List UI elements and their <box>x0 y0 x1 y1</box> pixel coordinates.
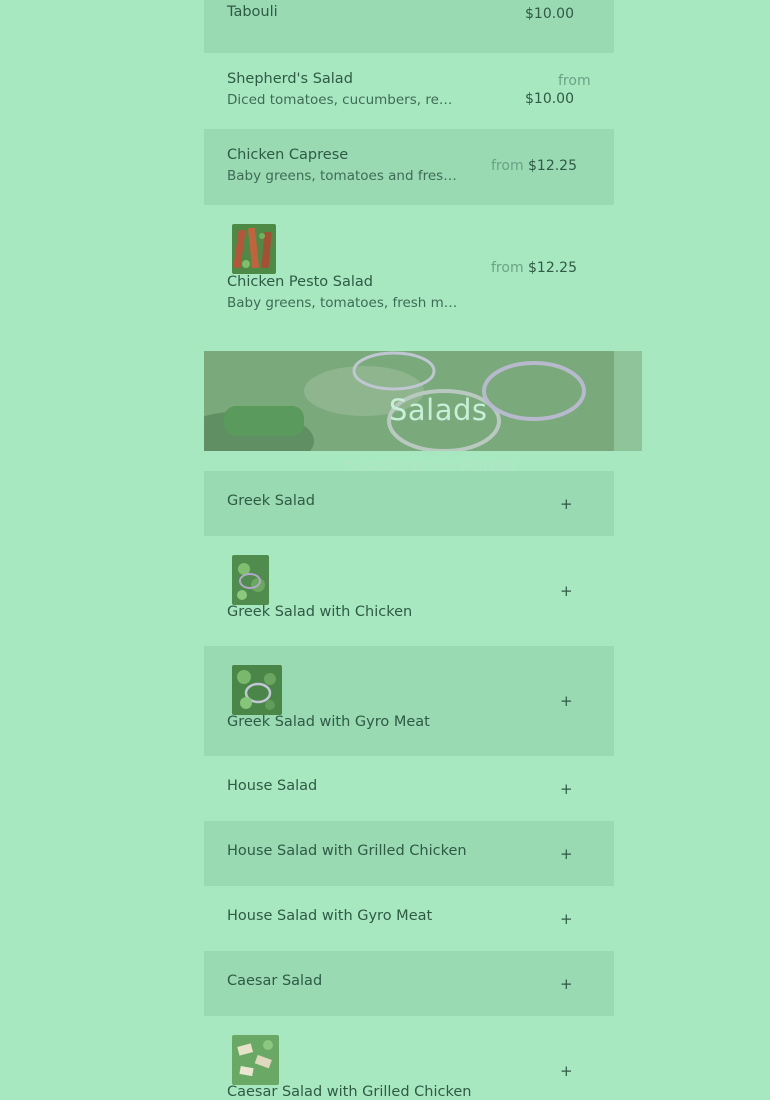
item-price: $10.00 <box>525 6 574 22</box>
expand-plus-icon[interactable]: + <box>560 845 573 863</box>
salad-row-caesar-grilled-chicken[interactable]: Caesar Salad with Grilled Chicken + <box>204 1016 614 1100</box>
expand-plus-icon[interactable]: + <box>560 495 573 513</box>
greek-gyro-thumbnail <box>232 665 282 715</box>
menu-item-shepherds-salad[interactable]: Shepherd's Salad Diced tomatoes, cucumbe… <box>204 53 614 129</box>
from-label: from <box>491 158 524 174</box>
expand-plus-icon[interactable]: + <box>560 910 573 928</box>
item-name: Shepherd's Salad <box>227 71 353 87</box>
item-price: $12.25 <box>528 158 577 174</box>
item-name: House Salad with Grilled Chicken <box>227 843 467 859</box>
item-description: Diced tomatoes, cucumbers, red o… <box>227 92 460 108</box>
caesar-chicken-thumbnail <box>232 1035 279 1085</box>
expand-plus-icon[interactable]: + <box>560 1062 573 1080</box>
from-label: from <box>558 73 591 89</box>
item-name: Caesar Salad <box>227 973 323 989</box>
salad-row-greek[interactable]: Greek Salad + <box>204 471 614 536</box>
expand-plus-icon[interactable]: + <box>560 692 573 710</box>
item-name: Greek Salad <box>227 493 315 509</box>
menu-item-chicken-pesto-salad[interactable]: Chicken Pesto Salad Baby greens, tomatoe… <box>204 205 614 331</box>
salads-section-banner: Salads <box>204 351 642 451</box>
item-name: Chicken Caprese <box>227 147 349 163</box>
salad-row-house-grilled-chicken[interactable]: House Salad with Grilled Chicken + <box>204 821 614 886</box>
salad-row-caesar[interactable]: Caesar Salad + <box>204 951 614 1016</box>
expand-plus-icon[interactable]: + <box>560 582 573 600</box>
from-label: from <box>558 0 591 3</box>
greek-chicken-thumbnail <box>232 555 269 605</box>
item-name: Tabouli <box>227 4 278 20</box>
salad-row-house[interactable]: House Salad + <box>204 756 614 821</box>
salad-row-greek-chicken[interactable]: Greek Salad with Chicken + <box>204 536 614 646</box>
item-description: Baby greens, tomatoes and fresh … <box>227 168 460 184</box>
salad-row-greek-gyro[interactable]: Greek Salad with Gyro Meat + <box>204 646 614 756</box>
section-title: Salads <box>389 393 488 427</box>
item-name: House Salad with Gyro Meat <box>227 908 433 924</box>
item-price: $10.00 <box>525 91 574 107</box>
item-name: Greek Salad with Chicken <box>227 604 413 620</box>
item-name: Greek Salad with Gyro Meat <box>227 714 430 730</box>
item-price: $12.25 <box>528 260 577 276</box>
expand-plus-icon[interactable]: + <box>560 975 573 993</box>
menu-item-tabouli[interactable]: Tabouli from $10.00 <box>204 0 614 53</box>
item-name: House Salad <box>227 778 318 794</box>
expand-plus-icon[interactable]: + <box>560 780 573 798</box>
from-label: from <box>491 260 524 276</box>
item-name: Chicken Pesto Salad <box>227 274 373 290</box>
item-description: Baby greens, tomatoes, fresh moz… <box>227 295 460 311</box>
menu-item-chicken-caprese[interactable]: Chicken Caprese Baby greens, tomatoes an… <box>204 129 614 205</box>
salad-row-house-gyro[interactable]: House Salad with Gyro Meat + <box>204 886 614 951</box>
item-name: Caesar Salad with Grilled Chicken <box>227 1084 472 1100</box>
chicken-pesto-thumbnail <box>232 224 276 274</box>
